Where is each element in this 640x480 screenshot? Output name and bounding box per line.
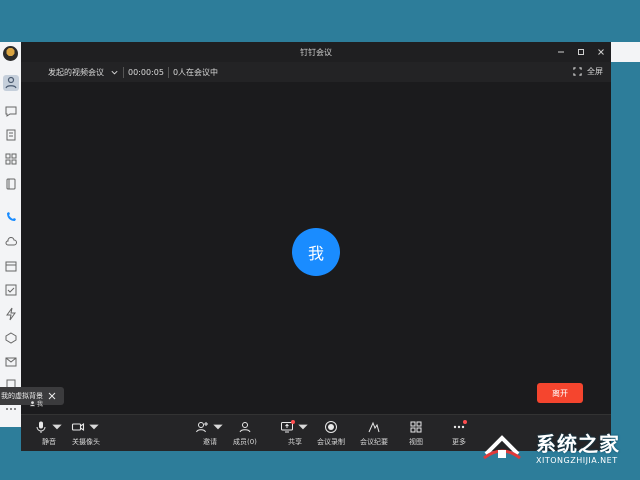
sidebar-calendar-icon[interactable] [4, 259, 18, 273]
invite-button[interactable]: 邀请 [195, 419, 225, 447]
view-label: 视图 [409, 438, 423, 446]
notification-dot [291, 420, 295, 424]
camera-button[interactable]: 关摄像头 [71, 419, 101, 447]
self-avatar: 我 [292, 228, 340, 276]
minutes-label: 会议纪要 [360, 438, 388, 446]
sidebar-cloud-icon[interactable] [4, 235, 18, 249]
invite-user-icon [196, 422, 208, 433]
caret-down-icon[interactable] [296, 420, 310, 434]
invite-label: 邀请 [203, 438, 217, 446]
participant-count: 0人在会议中 [172, 67, 219, 77]
chevron-down-icon[interactable] [110, 68, 119, 77]
maximize-button[interactable] [575, 46, 587, 58]
leave-button[interactable]: 离开 [537, 383, 583, 403]
minimize-button[interactable] [555, 46, 567, 58]
share-label: 共享 [288, 438, 302, 446]
fullscreen-button[interactable]: 全屏 [573, 66, 603, 77]
sidebar-notebook-icon[interactable] [4, 177, 18, 191]
watermark-text-en: XITONGZHIJIA.NET [536, 456, 618, 465]
camera-label: 关摄像头 [72, 438, 100, 446]
divider [167, 66, 169, 78]
minutes-icon [368, 421, 380, 433]
caret-down-icon[interactable] [87, 420, 101, 434]
record-icon [325, 421, 337, 433]
sidebar-meeting-icon[interactable] [4, 210, 18, 224]
watermark-text-cn: 系统之家 [536, 432, 620, 456]
members-icon [239, 422, 251, 433]
fullscreen-label: 全屏 [587, 67, 603, 76]
minutes-button[interactable]: 会议纪要 [360, 419, 388, 447]
meeting-info-bar: 发起的视频会议 00:00:05 0人在会议中 全屏 [21, 62, 611, 82]
close-button[interactable] [595, 46, 607, 58]
caret-down-icon[interactable] [211, 420, 225, 434]
members-label: 成员(0) [233, 438, 257, 446]
share-button[interactable]: 共享 [280, 419, 310, 447]
sidebar-ding-icon[interactable] [4, 307, 18, 321]
user-avatar[interactable] [3, 46, 18, 61]
more-button[interactable]: 更多 [452, 419, 467, 447]
close-icon[interactable] [48, 392, 56, 400]
watermark-logo-icon [483, 435, 521, 460]
record-button[interactable]: 会议录制 [317, 419, 345, 447]
grid-view-icon [410, 421, 422, 433]
camera-icon [71, 422, 85, 432]
meeting-timer: 00:00:05 [128, 67, 164, 77]
site-watermark: 系统之家 XITONGZHIJIA.NET [480, 420, 640, 480]
sidebar-mail-icon[interactable] [4, 355, 18, 369]
meeting-window: 钉钉会议 发起的视频会议 00:00:05 0人在会议中 全屏 我 静音 关摄像… [21, 42, 611, 451]
notification-dot [463, 420, 467, 424]
sidebar-contacts-icon[interactable] [3, 75, 19, 91]
virtual-background-indicator[interactable]: 我 [29, 399, 43, 408]
user-mini-icon [29, 401, 36, 407]
members-button[interactable]: 成员(0) [233, 419, 257, 447]
more-label: 更多 [452, 438, 466, 446]
window-title: 钉钉会议 [300, 47, 332, 57]
title-bar: 钉钉会议 [21, 42, 611, 62]
mute-button[interactable]: 静音 [34, 419, 64, 447]
sidebar-workbench-icon[interactable] [4, 331, 18, 345]
sidebar-todo-icon[interactable] [4, 283, 18, 297]
divider [123, 66, 124, 78]
caret-down-icon[interactable] [50, 420, 64, 434]
indicator-label: 我 [37, 401, 44, 408]
sidebar-docs-icon[interactable] [4, 128, 18, 142]
record-label: 会议录制 [317, 438, 345, 446]
fullscreen-icon [573, 67, 582, 76]
sidebar-apps-icon[interactable] [4, 152, 18, 166]
meeting-name[interactable]: 发起的视频会议 [48, 67, 104, 78]
view-button[interactable]: 视图 [409, 419, 423, 447]
sidebar-chat-icon[interactable] [4, 104, 18, 118]
microphone-icon [36, 421, 46, 433]
mute-label: 静音 [42, 438, 56, 446]
